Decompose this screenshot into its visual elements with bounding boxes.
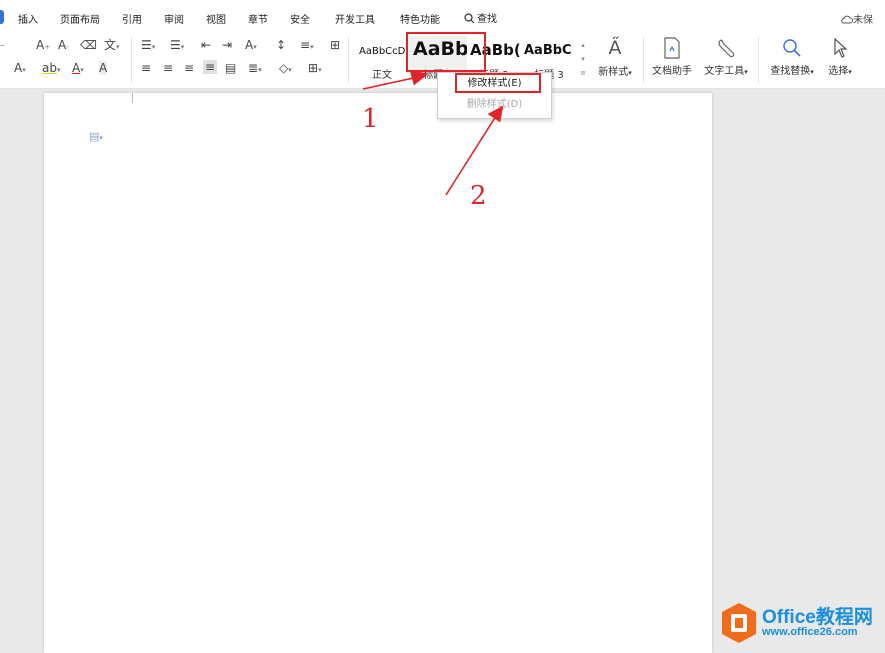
annotation-number-2: 2	[470, 181, 487, 211]
arrow1-line	[362, 76, 419, 90]
annotation-arrows	[362, 69, 504, 196]
watermark-brand: Office教程网	[762, 607, 873, 628]
watermark-url: www.office26.com	[762, 626, 858, 638]
watermark-logo: Office教程网 www.office26.com	[720, 600, 885, 646]
arrow2-head	[487, 105, 504, 123]
office-logo-icon	[722, 603, 756, 643]
annotation-number-1: 1	[362, 104, 379, 134]
arrow1-head	[409, 69, 429, 86]
